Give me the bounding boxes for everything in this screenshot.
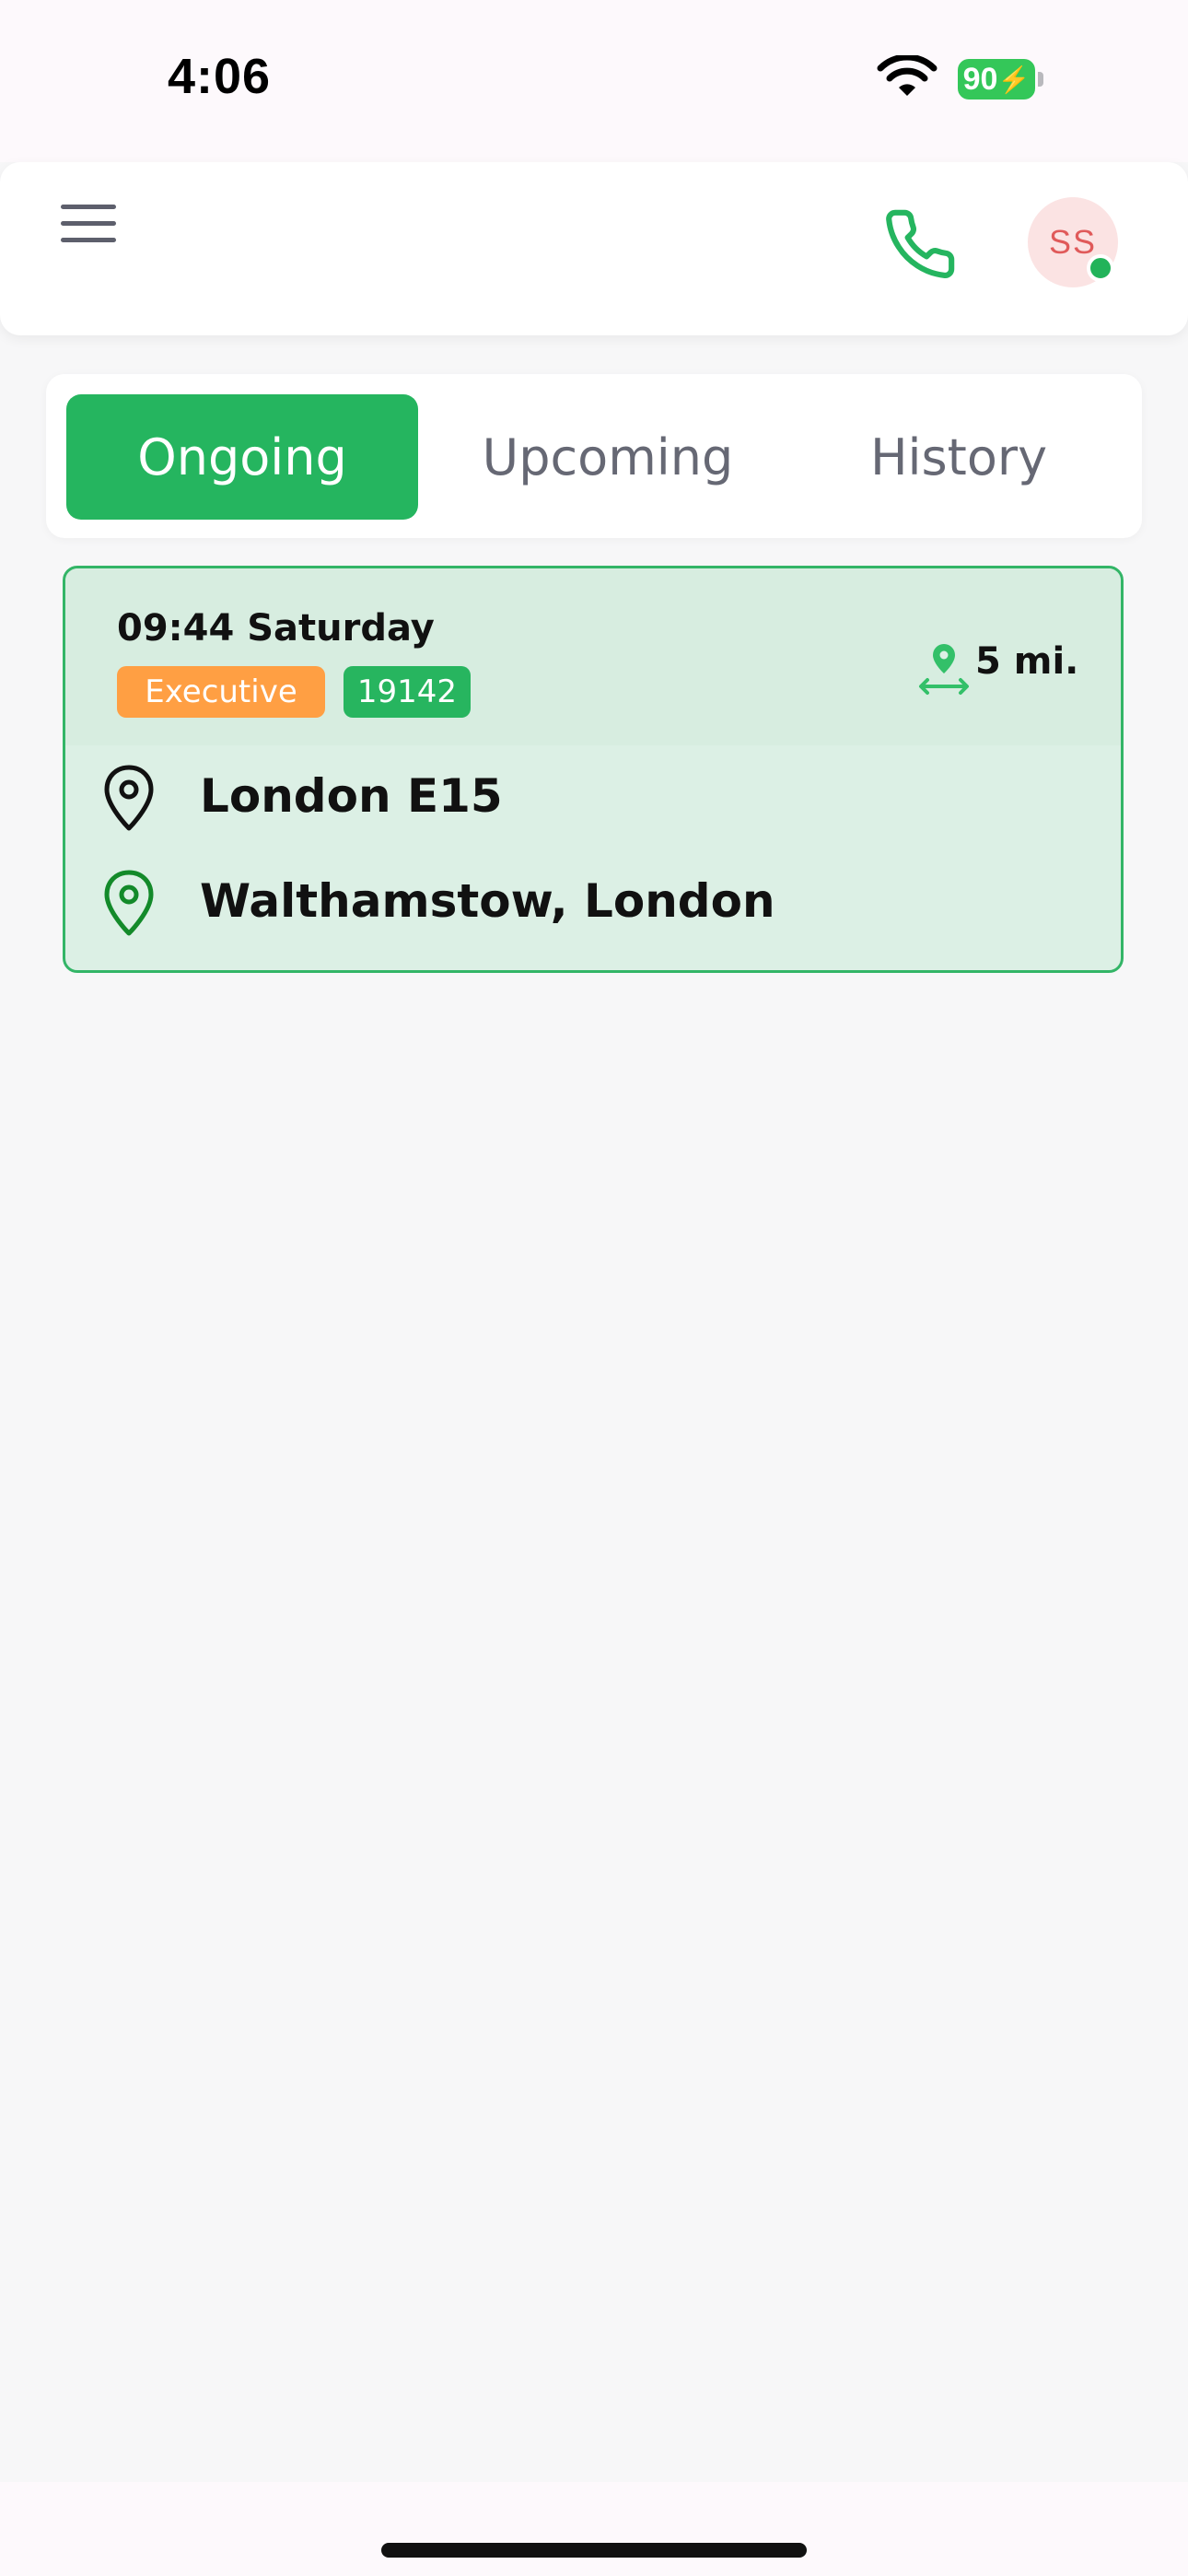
battery-nub [1038,72,1043,87]
pickup-location-icon [104,765,154,831]
dropoff-address: Walthamstow, London [200,874,775,928]
status-bar: 4:06 90 ⚡ [0,0,1188,162]
home-indicator[interactable] [381,2543,807,2558]
ride-card[interactable]: 09:44 Saturday Executive 19142 5 mi. Lon… [63,566,1124,973]
app-header: SS [0,162,1188,335]
status-time: 4:06 [168,49,272,104]
ride-class-badge: Executive [117,666,325,718]
ride-time: 09:44 Saturday [117,607,435,650]
tab-history[interactable]: History [792,394,1125,520]
dropoff-location-icon [104,870,154,936]
tab-ongoing[interactable]: Ongoing [66,394,418,520]
ride-distance: 5 mi. [975,640,1079,683]
hamburger-menu-icon[interactable] [61,205,116,251]
battery-indicator: 90 ⚡ [958,59,1035,100]
online-status-dot [1087,254,1114,282]
ride-id-badge: 19142 [344,666,471,718]
phone-icon[interactable] [882,206,958,282]
wifi-icon [877,55,938,96]
pickup-address: London E15 [200,769,503,823]
battery-level: 90 [962,61,998,97]
avatar-initials: SS [1048,223,1098,261]
home-indicator-bar [0,2482,1188,2576]
ride-tabs: Ongoing Upcoming History [46,374,1142,538]
charging-bolt-icon: ⚡ [997,64,1031,94]
tab-upcoming[interactable]: Upcoming [433,394,783,520]
distance-pin-icon [919,644,969,695]
